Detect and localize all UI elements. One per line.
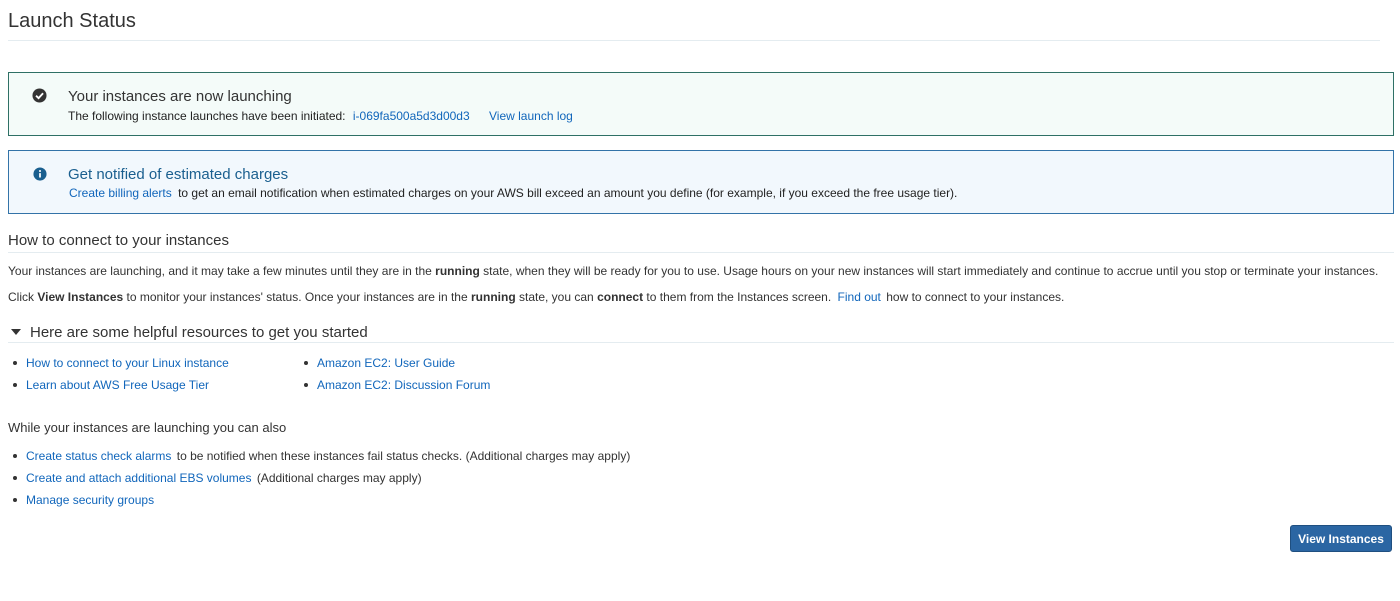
billing-text: to get an email notification when estima… [178,186,958,200]
p2-running: running [471,290,516,304]
resources-list-left: How to connect to your Linux instance Le… [13,356,229,400]
view-instances-button[interactable]: View Instances [1290,525,1392,552]
list-item: Amazon EC2: User Guide [303,356,490,378]
p2-connect: connect [597,290,644,304]
success-title: Your instances are now launching [68,88,292,105]
linux-connect-link[interactable]: How to connect to your Linux instance [26,356,229,370]
connect-paragraph-1: Your instances are launching, and it may… [8,264,1378,278]
list-item: Manage security groups [12,493,630,515]
alarms-text: to be notified when these instances fail… [176,449,631,463]
launch-success-notice: Your instances are now launching The fol… [8,72,1394,136]
resources-divider [8,342,1394,343]
check-circle-icon [32,88,47,103]
resources-toggle[interactable]: Here are some helpful resources to get y… [8,324,368,341]
also-heading: While your instances are launching you c… [8,420,287,435]
status-check-alarms-link[interactable]: Create status check alarms [26,449,171,463]
p1-running: running [435,264,480,278]
instance-id-link[interactable]: i-069fa500a5d3d00d3 [353,109,470,123]
page-title: Launch Status [8,10,136,32]
list-item: Learn about AWS Free Usage Tier [13,378,229,400]
list-item: Amazon EC2: Discussion Forum [303,378,490,400]
p2-text-e: state, you can [519,290,594,304]
p2-text-h: how to connect to your instances. [886,290,1065,304]
ebs-volumes-link[interactable]: Create and attach additional EBS volumes [26,471,251,485]
p1-text-c: state, when they will be ready for you t… [483,264,1379,278]
info-circle-icon [33,167,47,181]
connect-heading: How to connect to your instances [8,232,229,249]
list-item: Create status check alarms to be notifie… [12,449,631,471]
p2-text-a: Click [8,290,34,304]
connect-paragraph-2: Click View Instances to monitor your ins… [8,290,1064,304]
list-item: Create and attach additional EBS volumes… [12,471,630,493]
billing-message: Create billing alerts to get an email no… [69,186,957,200]
success-text: The following instance launches have bee… [68,109,346,123]
billing-title: Get notified of estimated charges [68,166,289,183]
p2-view-instances: View Instances [37,290,124,304]
free-tier-link[interactable]: Learn about AWS Free Usage Tier [26,378,209,392]
also-list: Create status check alarms to be notifie… [12,449,631,515]
success-message: The following instance launches have bee… [68,109,573,123]
connect-divider [8,252,1394,253]
view-launch-log-link[interactable]: View launch log [489,109,573,123]
ebs-text: (Additional charges may apply) [256,471,422,485]
p2-text-c: to monitor your instances' status. Once … [126,290,468,304]
resources-list-right: Amazon EC2: User Guide Amazon EC2: Discu… [303,356,490,400]
resources-heading: Here are some helpful resources to get y… [30,324,368,341]
billing-info-notice: Get notified of estimated charges Create… [8,150,1394,214]
discussion-forum-link[interactable]: Amazon EC2: Discussion Forum [317,378,490,392]
create-billing-alerts-link[interactable]: Create billing alerts [69,186,172,200]
p2-text-g: to them from the Instances screen. [646,290,832,304]
p1-text-a: Your instances are launching, and it may… [8,264,432,278]
user-guide-link[interactable]: Amazon EC2: User Guide [317,356,455,370]
list-item: How to connect to your Linux instance [13,356,229,378]
caret-down-icon [11,329,21,335]
find-out-link[interactable]: Find out [838,290,881,304]
security-groups-link[interactable]: Manage security groups [26,493,154,507]
title-divider [8,40,1380,41]
